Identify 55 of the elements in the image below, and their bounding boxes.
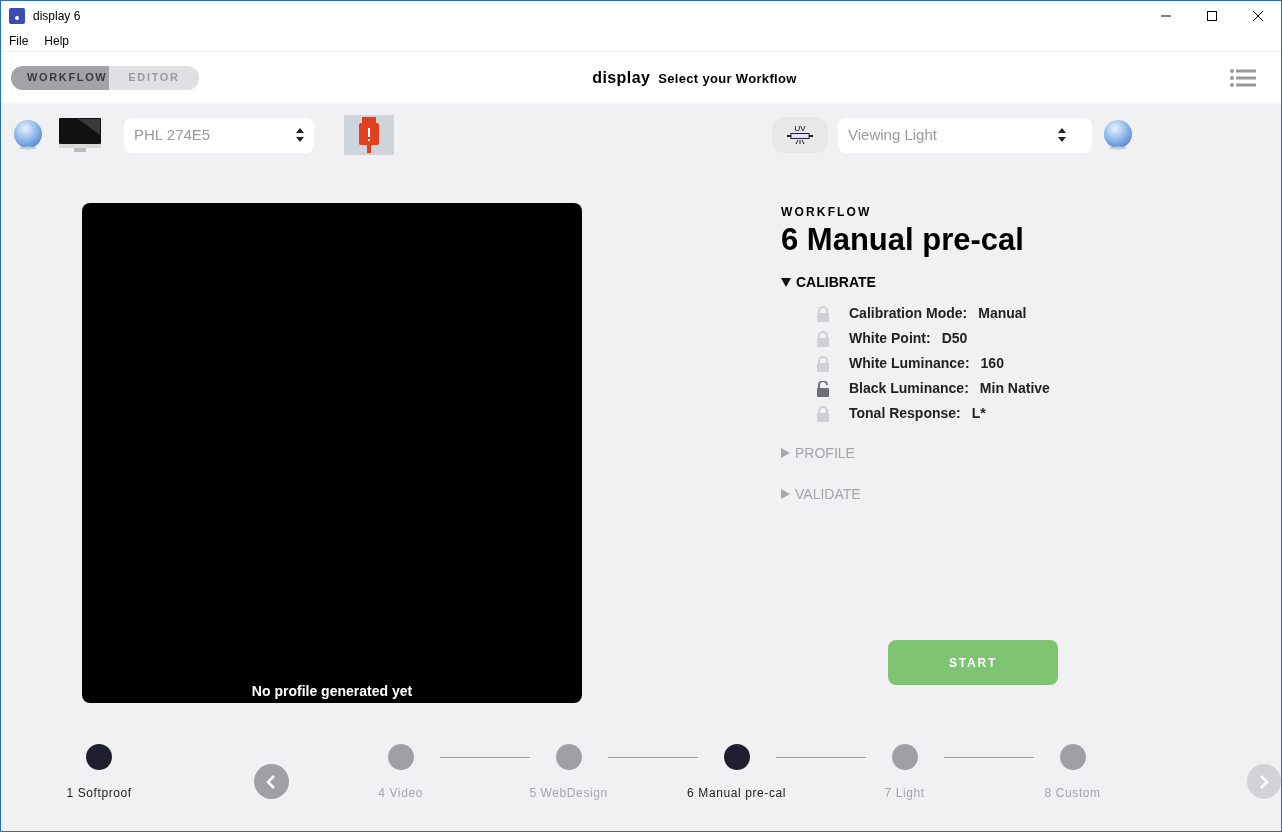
- menu-item[interactable]: Help: [44, 32, 70, 50]
- up-down-arrows-icon: [1058, 128, 1066, 142]
- unlocked-lock-icon[interactable]: [816, 380, 830, 397]
- app-icon: [9, 8, 25, 24]
- lock-icon[interactable]: [816, 330, 830, 347]
- usb-warning-icon: [359, 117, 379, 153]
- menu-icon[interactable]: [1230, 68, 1256, 87]
- page-subtitle: Select your Workflow: [658, 69, 797, 88]
- step-label[interactable]: 4 Video: [378, 784, 423, 802]
- step-label[interactable]: 7 Light: [884, 784, 925, 802]
- setting-label: Black Luminance:: [849, 379, 969, 399]
- setting-label: Tonal Response:: [849, 404, 961, 424]
- section-toggle[interactable]: CALIBRATE: [781, 271, 876, 293]
- setting-value: 160: [980, 354, 1004, 374]
- mode-tab[interactable]: WORKFLOW: [11, 65, 109, 90]
- monitor-icon[interactable]: [58, 117, 102, 153]
- step-label[interactable]: 5 WebDesign: [529, 784, 608, 802]
- viewing-light-select[interactable]: Viewing Light: [838, 117, 1092, 153]
- setting-value: L*: [971, 404, 986, 424]
- caret-down-icon: [781, 277, 791, 287]
- section-toggle[interactable]: VALIDATE: [781, 483, 861, 505]
- setting-label: White Point:: [849, 329, 931, 349]
- lock-icon[interactable]: [816, 355, 830, 372]
- caret-right-icon: [781, 448, 790, 459]
- setting-value: D50: [941, 329, 968, 349]
- preview-caption: No profile generated yet: [251, 682, 413, 701]
- up-down-arrows-icon: [296, 128, 304, 142]
- lamp-icon: [787, 133, 813, 145]
- workflow-eyebrow: WORKFLOW: [781, 204, 873, 221]
- caret-right-icon: [781, 489, 790, 500]
- chevron-left-icon: [266, 773, 277, 790]
- step-label[interactable]: 6 Manual pre-cal: [687, 784, 787, 802]
- sphere-icon[interactable]: [12, 119, 44, 151]
- close-icon: [1253, 11, 1263, 21]
- workflow-title: 6 Manual pre-cal: [781, 221, 1025, 259]
- maximize-icon: [1207, 11, 1217, 21]
- step-label[interactable]: 8 Custom: [1044, 784, 1101, 802]
- usb-warning-panel[interactable]: [344, 115, 394, 155]
- start-button[interactable]: START: [888, 640, 1058, 685]
- setting-label: Calibration Mode:: [849, 304, 968, 324]
- previous-button[interactable]: [254, 764, 289, 799]
- brand-name: display: [592, 67, 651, 88]
- uv-light-button[interactable]: UV: [772, 117, 828, 153]
- step-label[interactable]: 1 Softproof: [66, 784, 132, 802]
- setting-value: Min Native: [979, 379, 1050, 399]
- section-toggle[interactable]: PROFILE: [781, 442, 855, 464]
- window-title: display 6: [33, 8, 81, 25]
- lock-icon[interactable]: [816, 405, 830, 422]
- chevron-right-icon: [1258, 773, 1269, 790]
- display-select[interactable]: PHL 274E5: [124, 117, 314, 153]
- setting-value: Manual: [978, 304, 1027, 324]
- sphere-icon[interactable]: [1102, 119, 1134, 151]
- setting-label: White Luminance:: [849, 354, 970, 374]
- lock-icon[interactable]: [816, 305, 830, 322]
- menu-item[interactable]: File: [9, 32, 29, 50]
